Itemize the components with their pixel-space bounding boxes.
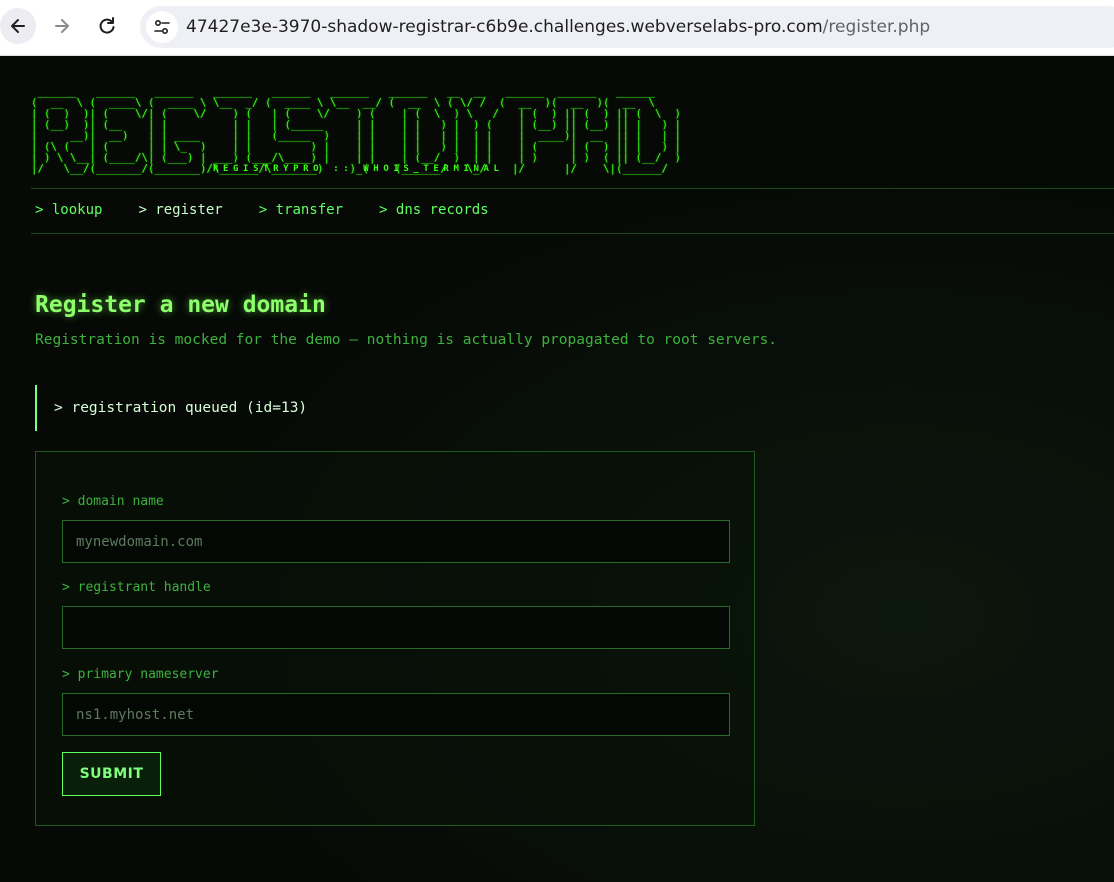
page-subtitle: Registration is mocked for the demo — no… (35, 332, 778, 348)
main-nav: > lookup > register > transfer > dns rec… (35, 202, 525, 218)
browser-toolbar: 47427e3e-3970-shadow-registrar-c6b9e.cha… (0, 0, 1114, 56)
tune-icon (154, 19, 170, 35)
status-alert: > registration queued (id=13) (35, 385, 435, 431)
url-text[interactable]: 47427e3e-3970-shadow-registrar-c6b9e.cha… (186, 17, 930, 37)
registrant-handle-label: > registrant handle (62, 580, 211, 595)
primary-nameserver-input[interactable] (62, 693, 730, 736)
nav-item-register[interactable]: > register (138, 202, 222, 218)
forward-button[interactable] (44, 8, 80, 44)
nav-item-transfer[interactable]: > transfer (259, 202, 343, 218)
primary-nameserver-label: > primary nameserver (62, 667, 219, 682)
reload-icon (99, 17, 115, 34)
logo-subtitle: REGISTRYPRO :: WHOIS_TERMINAL (213, 164, 504, 174)
page: ______ ______ ______ ______ ______ _____… (0, 56, 1114, 882)
arrow-right-icon (55, 19, 69, 33)
domain-name-input[interactable] (62, 520, 730, 563)
domain-name-label: > domain name (62, 494, 164, 509)
address-bar[interactable]: 47427e3e-3970-shadow-registrar-c6b9e.cha… (140, 6, 1114, 48)
site-info-button[interactable] (146, 11, 178, 43)
registrant-handle-input[interactable] (62, 606, 730, 649)
nav-item-dns-records[interactable]: > dns records (379, 202, 489, 218)
nav-divider-top (31, 188, 1114, 189)
register-form: > domain name > registrant handle > prim… (35, 451, 755, 826)
url-path: /register.php (822, 17, 931, 37)
page-title: Register a new domain (35, 292, 326, 318)
url-host: 47427e3e-3970-shadow-registrar-c6b9e.cha… (186, 17, 823, 37)
submit-button[interactable]: SUBMIT (62, 752, 161, 796)
reload-button[interactable] (89, 8, 125, 44)
back-button[interactable] (0, 8, 36, 44)
arrow-left-icon (11, 19, 25, 33)
ascii-logo: ______ ______ ______ ______ ______ _____… (31, 85, 682, 175)
nav-item-lookup[interactable]: > lookup (35, 202, 102, 218)
nav-divider-bottom (31, 233, 1114, 234)
